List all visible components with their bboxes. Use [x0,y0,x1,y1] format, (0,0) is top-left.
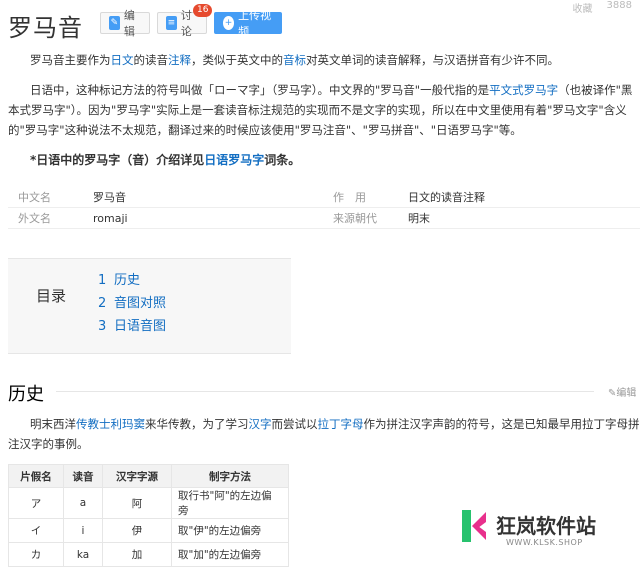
pencil-icon: ✎ [109,16,120,30]
watermark-logo-icon [462,510,486,542]
infobox-value: 罗马音 [83,187,323,208]
toc-item-chart[interactable]: 2 音图对照 [98,292,166,315]
history-paragraph: 明末西洋传教士利玛窦来华传教，为了学习汉字而尝试以拉丁字母作为拼注汉字声韵的符号… [8,417,640,451]
toc-label: 目录 [36,287,67,305]
link-hanzi[interactable]: 汉字 [249,417,272,431]
table-row: カ ka 加 取"加"的左边偏旁 [8,542,289,567]
watermark-url: WWW.KLSK.SHOP [506,538,583,547]
infobox-key: 外文名 [8,207,83,229]
table-row: ア a 阿 取行书"阿"的左边偏旁 [8,487,289,519]
table-of-contents: 目录 1 历史 2 音图对照 3 日语音图 [8,258,291,354]
top-toolbar: 收藏 3888 [0,0,640,15]
plus-circle-icon: + [223,16,235,30]
intro-paragraph-2: 日语中，这种标记方法的符号叫做「ローマ字」（罗马字）。中文界的"罗马音"一般代指… [8,83,633,137]
section-edit-link[interactable]: ✎编辑 [608,384,636,399]
link-zhushi[interactable]: 注释 [168,53,191,67]
column-header: 汉字字源 [102,464,172,488]
infobox-value: romaji [83,207,323,229]
link-japanese-romaji[interactable]: 日语罗马字 [204,153,264,167]
link-matteo-ricci[interactable]: 利玛窦 [111,417,146,431]
column-header: 读音 [63,464,103,488]
infobox-value: 明末 [398,207,640,229]
intro-paragraph-1: 罗马音主要作为日文的读音注释，类似于英文中的音标对英文单词的读音解释，与汉语拼音… [30,53,559,67]
upload-video-button[interactable]: + 上传视频 [214,9,282,38]
edit-button[interactable]: ✎ 编辑 [100,9,150,38]
discuss-count-badge: 16 [193,4,213,17]
infobox-row: 外文名 romaji 来源朝代 明末 [8,207,640,229]
comment-icon: ≡ [166,16,177,30]
infobox-key: 作 用 [323,187,398,208]
see-also-note: *日语中的罗马字（音）介绍详见日语罗马字词条。 [30,153,301,167]
infobox-key: 来源朝代 [323,207,398,229]
section-heading-history: 历史 [8,384,44,405]
page-title: 罗马音 [8,14,83,42]
link-yinbiao[interactable]: 音标 [283,53,306,67]
link-riwen[interactable]: 日文 [111,53,134,67]
link-latin-alphabet[interactable]: 拉丁字母 [318,417,364,431]
infobox-row: 中文名 罗马音 作 用 日文的读音注释 [8,187,640,208]
share-count[interactable]: 3888 [607,0,632,15]
infobox-table: 中文名 罗马音 作 用 日文的读音注释 外文名 romaji 来源朝代 明末 [8,187,640,229]
link-missionary[interactable]: 传教士 [76,417,111,431]
column-header: 片假名 [8,464,64,488]
infobox-value: 日文的读音注释 [398,187,640,208]
kana-origin-table: 片假名 读音 汉字字源 制字方法 ア a 阿 取行书"阿"的左边偏旁 イ i 伊… [8,464,289,567]
infobox-key: 中文名 [8,187,83,208]
section-divider [56,391,594,392]
column-header: 制字方法 [171,464,289,488]
toc-item-history[interactable]: 1 历史 [98,269,166,292]
table-header-row: 片假名 读音 汉字字源 制字方法 [8,464,289,488]
table-row: イ i 伊 取"伊"的左边偏旁 [8,518,289,543]
favorite-link[interactable]: 收藏 [573,0,593,15]
watermark: 狂岚软件站 WWW.KLSK.SHOP [456,506,640,550]
toc-item-japanese-chart[interactable]: 3 日语音图 [98,315,166,338]
watermark-name: 狂岚软件站 [496,514,596,538]
link-hepburn[interactable]: 平文式罗马字 [489,83,558,97]
